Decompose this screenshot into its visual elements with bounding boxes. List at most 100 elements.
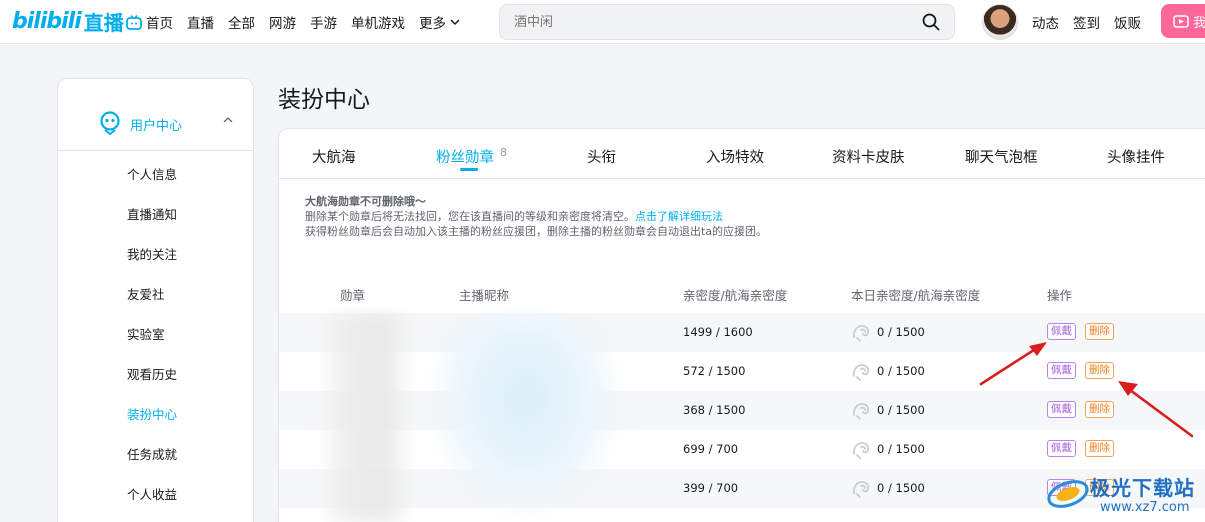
col-medal: 勋章 xyxy=(340,288,366,303)
nav-more[interactable]: 更多 xyxy=(419,12,461,32)
intimacy-value: 699 / 700 xyxy=(683,442,739,456)
nav-all[interactable]: 全部 xyxy=(228,12,255,32)
logo-text: bilibili xyxy=(12,8,82,34)
table-row: 1499 / 1600 0 / 1500 佩戴 删除 xyxy=(279,313,1205,352)
tab-chat-bubble-label: 聊天气泡框 xyxy=(965,150,1038,166)
sidebar-item-following[interactable]: 我的关注 xyxy=(127,244,177,263)
nav-single-games-label: 单机游戏 xyxy=(351,16,405,32)
details-link[interactable]: 点击了解详细玩法 xyxy=(635,210,723,223)
nav-live-label: 直播 xyxy=(187,16,214,32)
video-icon xyxy=(1173,14,1189,28)
nav-fanfan[interactable]: 饭贩 xyxy=(1114,12,1141,32)
tab-card-skin[interactable]: 资料卡皮肤 xyxy=(832,146,905,167)
avatar[interactable] xyxy=(982,4,1018,40)
col-intimacy: 亲密度/航海亲密度 xyxy=(683,288,788,303)
start-live-label: 我 xyxy=(1193,15,1205,31)
tab-title-label: 头衔 xyxy=(587,150,616,166)
tv-icon xyxy=(126,14,142,30)
sidebar-item-dressup[interactable]: 装扮中心 xyxy=(127,404,177,423)
wear-button[interactable]: 佩戴 xyxy=(1047,401,1076,418)
annotation-arrow-delete xyxy=(1118,381,1194,438)
tab-entry-effect[interactable]: 入场特效 xyxy=(706,146,764,167)
chevron-up-icon[interactable] xyxy=(222,115,234,125)
annotation-arrow-wear xyxy=(979,342,1047,386)
sidebar-item-history[interactable]: 观看历史 xyxy=(127,364,177,383)
sidebar-item-live-notify[interactable]: 直播通知 xyxy=(127,204,177,223)
delete-button[interactable]: 删除 xyxy=(1085,362,1114,379)
table-header: 勋章 主播昵称 亲密度/航海亲密度 本日亲密度/航海亲密度 操作 xyxy=(279,283,1205,313)
tab-fan-medal[interactable]: 粉丝勋章 8 xyxy=(436,146,507,167)
nav-live[interactable]: 直播 xyxy=(187,12,214,32)
notice-line-3: 获得粉丝勋章后会自动加入该主播的粉丝应援团，删除主播的粉丝勋章会自动退出ta的应… xyxy=(305,225,768,238)
tab-avatar-frame[interactable]: 头像挂件 xyxy=(1107,146,1165,167)
sidebar-item-profile[interactable]: 个人信息 xyxy=(127,164,177,183)
nav-home[interactable]: 首页 xyxy=(126,12,173,32)
dragon-icon xyxy=(852,325,870,342)
start-live-button[interactable]: 我 xyxy=(1161,4,1205,38)
sidebar-item-club[interactable]: 友爱社 xyxy=(127,284,165,303)
nav-online-games-label: 网游 xyxy=(269,16,296,32)
search-box xyxy=(499,4,955,40)
tab-guard-label: 大航海 xyxy=(312,150,356,166)
watermark-url: www.xz7.com xyxy=(1100,500,1190,515)
sidebar-item-income[interactable]: 个人收益 xyxy=(127,484,177,503)
user-center-icon xyxy=(100,111,120,135)
sidebar-item-tasks[interactable]: 任务成就 xyxy=(127,444,177,463)
main-nav: 首页 直播 全部 网游 手游 单机游戏 更多 xyxy=(126,0,475,44)
tab-title[interactable]: 头衔 xyxy=(587,146,616,167)
wear-button[interactable]: 佩戴 xyxy=(1047,440,1076,457)
nav-online-games[interactable]: 网游 xyxy=(269,12,296,32)
table-row: 572 / 1500 0 / 1500 佩戴 删除 xyxy=(279,352,1205,391)
tab-fan-medal-count: 8 xyxy=(500,146,507,159)
table-row: 699 / 700 0 / 1500 佩戴 删除 xyxy=(279,430,1205,469)
nav-mobile-games[interactable]: 手游 xyxy=(310,12,337,32)
page-title: 装扮中心 xyxy=(278,87,370,113)
sidebar-item-lab[interactable]: 实验室 xyxy=(127,324,165,343)
nav-mobile-games-label: 手游 xyxy=(310,16,337,32)
notice-line-1: 大航海勋章不可删除哦～ xyxy=(305,195,426,208)
daily-value: 0 / 1500 xyxy=(877,403,925,417)
delete-button[interactable]: 删除 xyxy=(1085,401,1114,418)
daily-value: 0 / 1500 xyxy=(877,364,925,378)
daily-value: 0 / 1500 xyxy=(877,442,925,456)
tab-card-skin-label: 资料卡皮肤 xyxy=(832,150,905,166)
chevron-down-icon xyxy=(450,19,460,25)
col-ops: 操作 xyxy=(1047,288,1073,303)
delete-button[interactable]: 删除 xyxy=(1085,440,1114,457)
search-icon[interactable] xyxy=(922,13,940,31)
dressup-panel: 大航海 粉丝勋章 8 头衔 入场特效 资料卡皮肤 聊天气泡框 头像挂件 大航海勋章… xyxy=(278,128,1205,522)
table-row: 368 / 1500 0 / 1500 佩戴 删除 xyxy=(279,391,1205,430)
top-navbar: bilibili 直播 首页 直播 全部 网游 手游 单机游戏 更多 动态 签到… xyxy=(0,0,1205,44)
dragon-icon xyxy=(852,481,870,498)
sidebar: 用户中心 个人信息 直播通知 我的关注 友爱社 实验室 观看历史 装扮中心 任务… xyxy=(57,78,254,522)
notice-line-2: 删除某个勋章后将无法找回，您在该直播间的等级和亲密度将清空。 xyxy=(305,210,635,223)
tab-entry-effect-label: 入场特效 xyxy=(706,150,764,166)
col-anchor: 主播昵称 xyxy=(459,288,510,303)
dragon-icon xyxy=(852,442,870,459)
search-input[interactable] xyxy=(514,5,894,39)
delete-button[interactable]: 删除 xyxy=(1085,323,1114,340)
blurred-medal-column xyxy=(318,314,414,522)
bilibili-live-logo[interactable]: bilibili 直播 xyxy=(12,6,124,36)
col-daily: 本日亲密度/航海亲密度 xyxy=(851,288,981,303)
tab-bar: 大航海 粉丝勋章 8 头衔 入场特效 资料卡皮肤 聊天气泡框 头像挂件 xyxy=(279,129,1205,179)
intimacy-value: 1499 / 1600 xyxy=(683,325,753,339)
intimacy-value: 572 / 1500 xyxy=(683,364,746,378)
nav-dynamic[interactable]: 动态 xyxy=(1032,12,1059,32)
intimacy-value: 399 / 700 xyxy=(683,481,739,495)
nav-home-label: 首页 xyxy=(146,16,173,32)
nav-single-games[interactable]: 单机游戏 xyxy=(351,12,405,32)
nav-checkin[interactable]: 签到 xyxy=(1073,12,1100,32)
active-tab-indicator xyxy=(460,168,478,171)
tab-guard[interactable]: 大航海 xyxy=(312,146,356,167)
tab-chat-bubble[interactable]: 聊天气泡框 xyxy=(965,146,1038,167)
dragon-icon xyxy=(852,364,870,381)
sidebar-section-header[interactable]: 用户中心 xyxy=(58,79,253,151)
dragon-icon xyxy=(852,403,870,420)
logo-suffix: 直播 xyxy=(83,10,124,35)
nav-all-label: 全部 xyxy=(228,16,255,32)
nav-more-label: 更多 xyxy=(419,16,446,32)
sidebar-section-label: 用户中心 xyxy=(130,119,183,134)
daily-value: 0 / 1500 xyxy=(877,325,925,339)
tab-avatar-frame-label: 头像挂件 xyxy=(1107,150,1165,166)
